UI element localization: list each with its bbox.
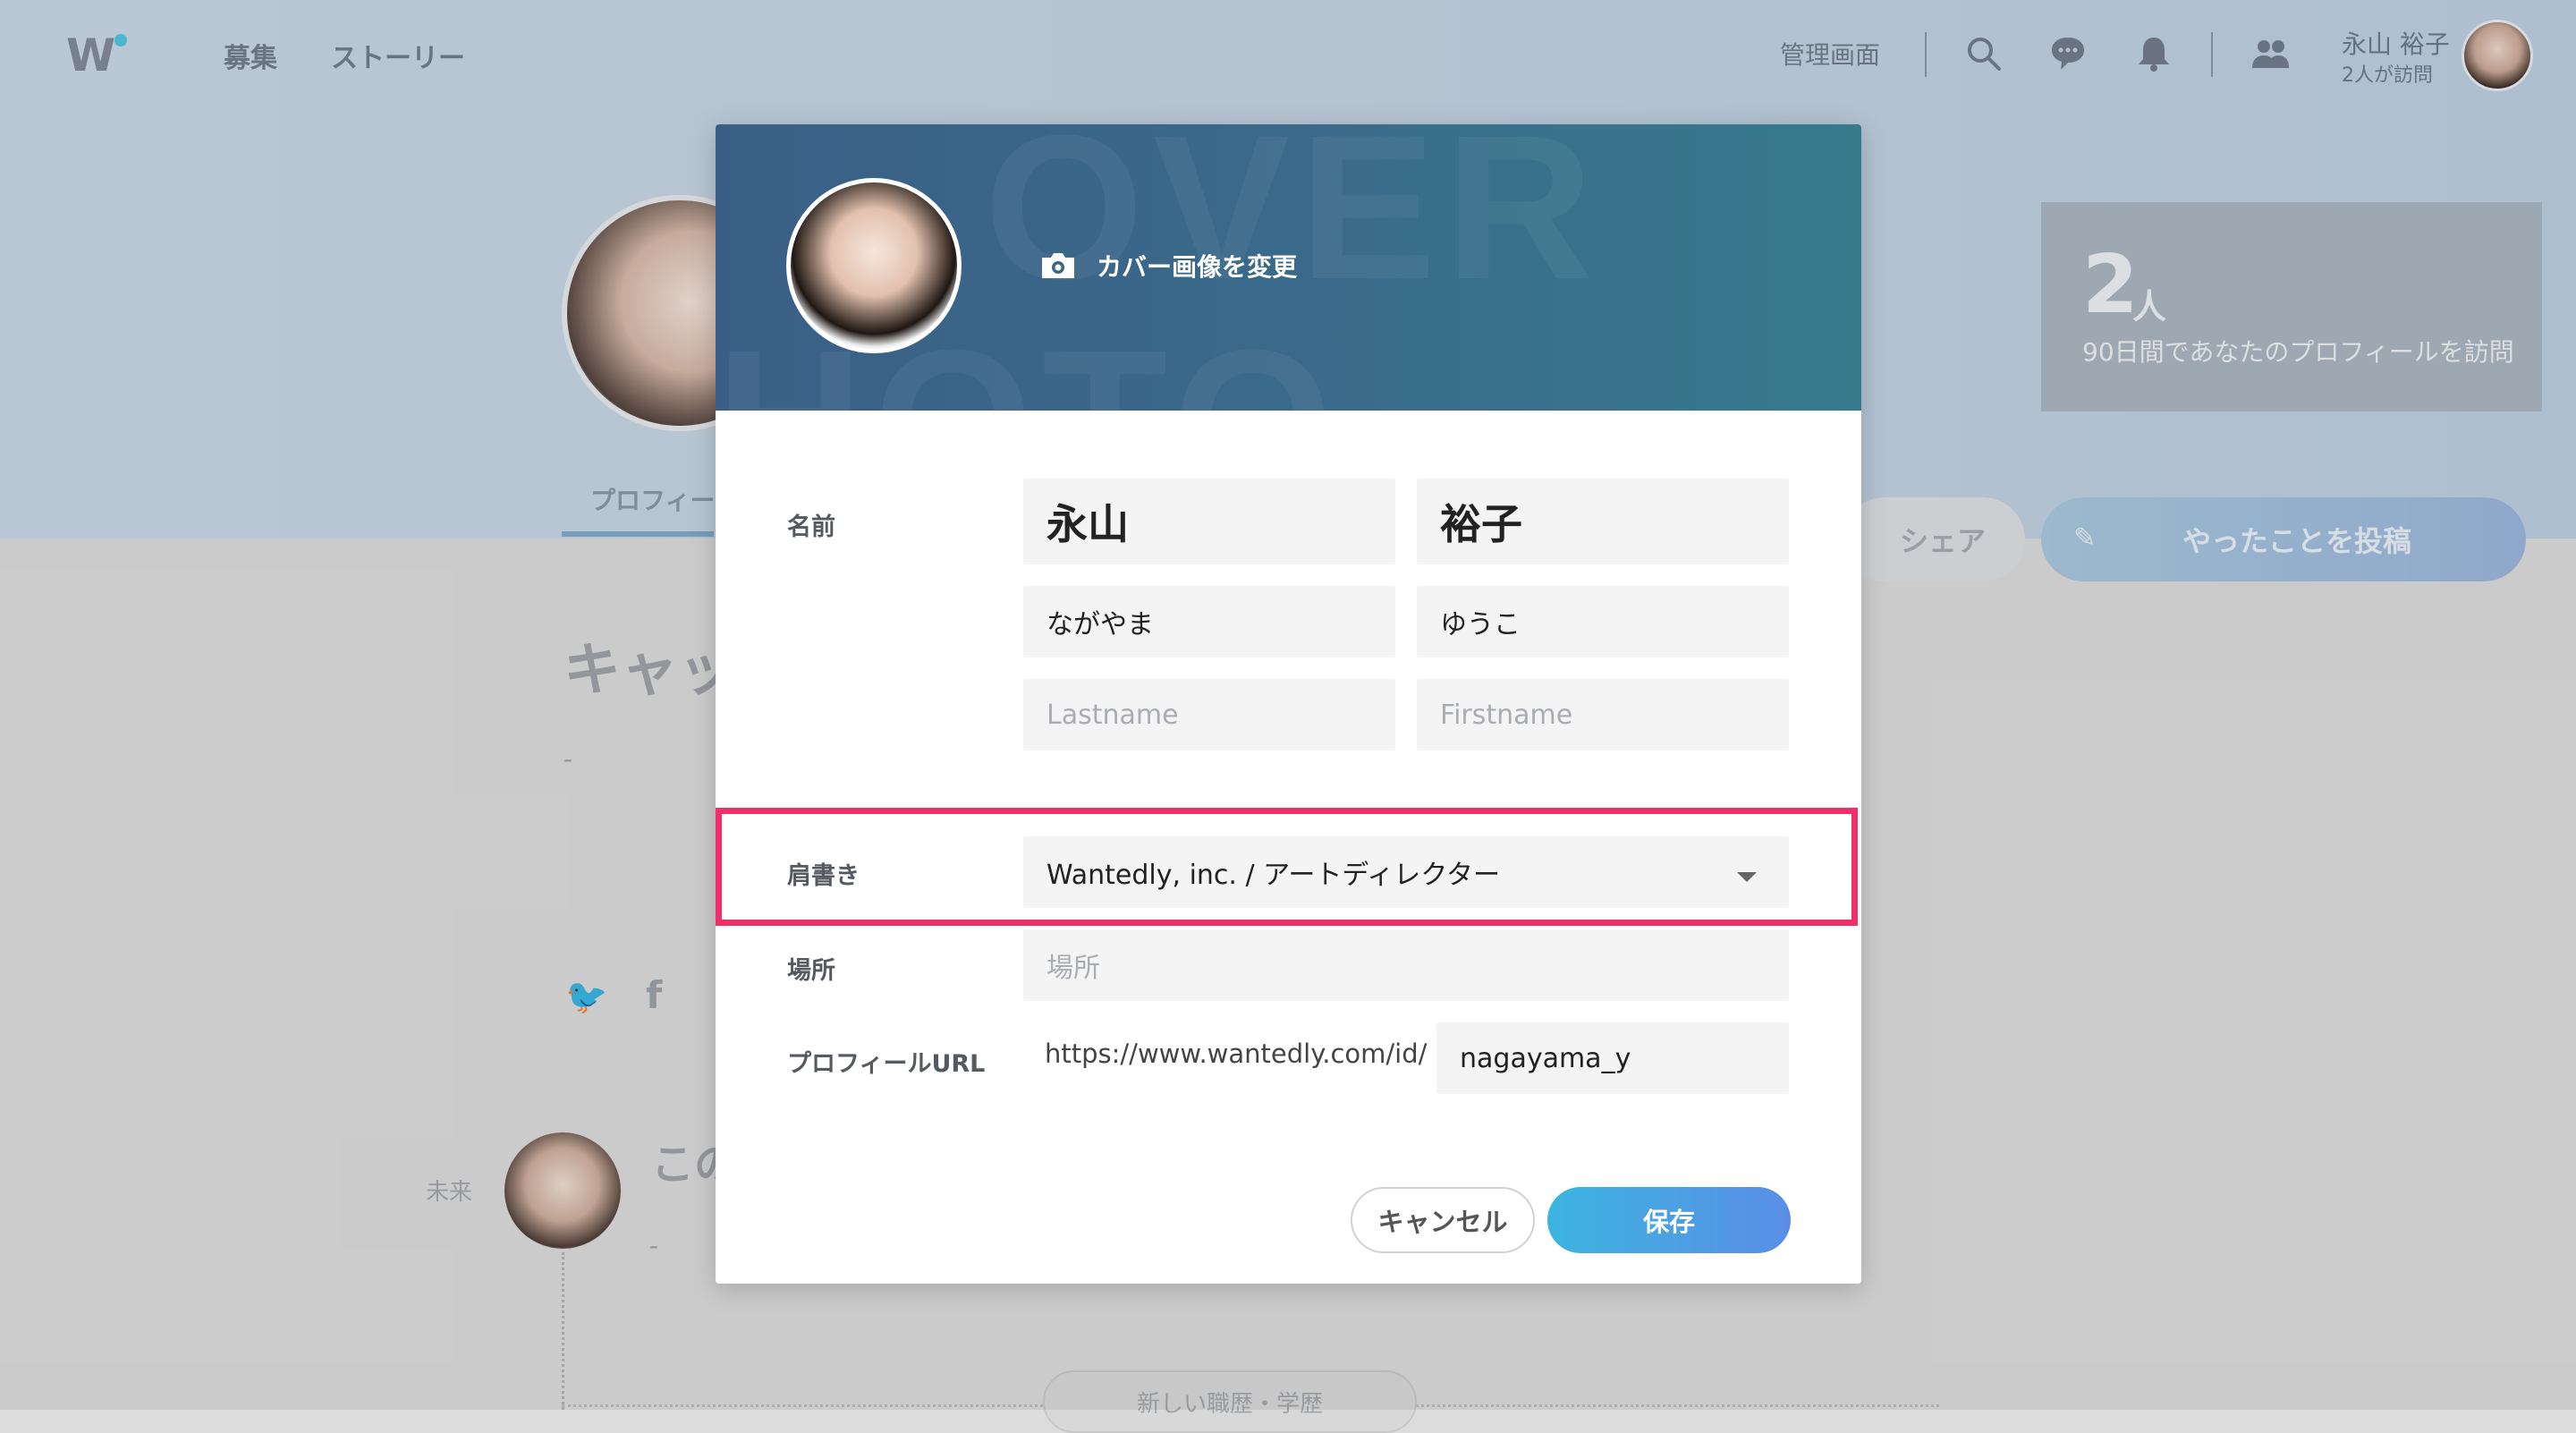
location-placeholder: 場所 — [1046, 953, 1100, 984]
save-button[interactable]: 保存 — [1547, 1187, 1791, 1253]
modal-profile-avatar[interactable] — [786, 178, 962, 353]
cover-decoration: OVER — [984, 124, 1603, 322]
highlight-annotation — [716, 808, 1858, 926]
first-name-en-field[interactable]: Firstname — [1417, 679, 1789, 750]
change-cover-label: カバー画像を変更 — [1097, 252, 1298, 282]
cancel-button[interactable]: キャンセル — [1351, 1187, 1535, 1253]
last-name-value: 永山 — [1046, 500, 1129, 548]
modal-cover-image[interactable]: OVER HOTO カバー画像を変更 — [716, 124, 1861, 411]
last-name-field[interactable]: 永山 — [1023, 479, 1395, 564]
save-button-label: 保存 — [1642, 1207, 1695, 1237]
first-name-value: 裕子 — [1440, 500, 1522, 548]
last-name-en-field[interactable]: Lastname — [1023, 679, 1395, 750]
profile-url-label: プロフィールURL — [787, 1050, 986, 1078]
camera-icon — [1042, 253, 1074, 278]
profile-url-value: nagayama_y — [1460, 1042, 1631, 1074]
first-name-kana-value: ゆうこ — [1440, 609, 1521, 640]
location-field[interactable]: 場所 — [1023, 929, 1789, 1001]
first-name-en-placeholder: Firstname — [1440, 699, 1573, 731]
profile-url-prefix: https://www.wantedly.com/id/ — [1045, 1039, 1428, 1069]
last-name-en-placeholder: Lastname — [1046, 699, 1179, 731]
location-label: 場所 — [787, 957, 835, 985]
first-name-kana-field[interactable]: ゆうこ — [1417, 586, 1789, 657]
edit-profile-modal: OVER HOTO カバー画像を変更 名前 永山 裕子 ながやま ゆうこ Las… — [716, 124, 1861, 1284]
name-label: 名前 — [787, 513, 835, 541]
change-cover-button[interactable]: カバー画像を変更 — [1039, 248, 1297, 284]
cancel-button-label: キャンセル — [1377, 1207, 1508, 1237]
profile-url-field[interactable]: nagayama_y — [1436, 1022, 1789, 1094]
last-name-kana-field[interactable]: ながやま — [1023, 586, 1395, 657]
last-name-kana-value: ながやま — [1046, 609, 1154, 640]
first-name-field[interactable]: 裕子 — [1417, 479, 1789, 564]
